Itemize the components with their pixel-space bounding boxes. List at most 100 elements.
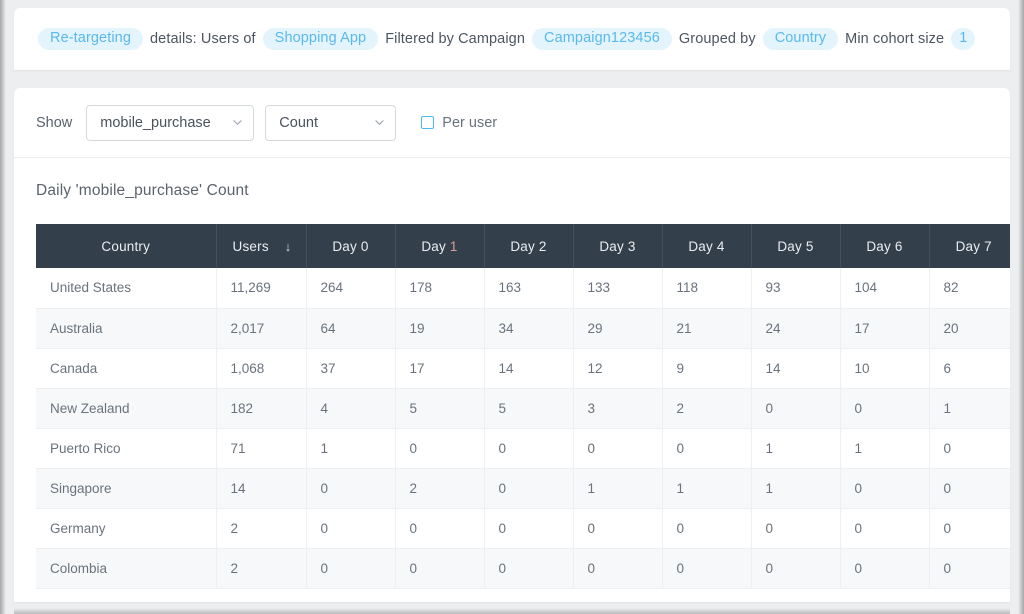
cell-users: 1,068 (216, 348, 307, 389)
cohort-table: Country Users ↓ Day 0 Day 1 Day 2 Day 3 Day 4 Da… (36, 224, 1010, 589)
column-header-label: Day 6 (866, 238, 903, 254)
cell-day-0: 37 (306, 348, 396, 389)
column-header-label: Day 1 (421, 238, 458, 254)
cell-day-2: 0 (484, 468, 574, 509)
column-header-day-0[interactable]: Day 0 (306, 224, 396, 268)
main-card: Show mobile_purchase Count Per user Dail… (14, 88, 1010, 602)
cell-day-4: 21 (662, 308, 752, 349)
cell-day-2: 5 (484, 388, 574, 429)
per-user-label: Per user (442, 114, 498, 131)
cell-users: 2,017 (216, 308, 307, 349)
cell-day-7: 0 (929, 468, 1010, 509)
column-header-day-3[interactable]: Day 3 (573, 224, 663, 268)
cell-day-3: 12 (573, 348, 663, 389)
summary-breadcrumb: Re-targeting details: Users of Shopping … (38, 28, 976, 50)
cell-day-2: 34 (484, 308, 574, 349)
cell-day-1: 0 (395, 428, 485, 469)
cell-day-3: 0 (573, 548, 663, 589)
cell-day-1: 19 (395, 308, 485, 349)
column-header-label: Day 4 (688, 238, 725, 254)
column-header-day-5[interactable]: Day 5 (751, 224, 841, 268)
cell-day-1: 5 (395, 388, 485, 429)
cell-day-6: 0 (840, 548, 930, 589)
cell-users: 182 (216, 388, 307, 429)
cohort-analysis-page: Re-targeting details: Users of Shopping … (0, 0, 1024, 614)
section-title: Daily 'mobile_purchase' Count (36, 182, 249, 199)
cell-day-4: 9 (662, 348, 752, 389)
arrow-down-icon[interactable]: ↓ (285, 240, 292, 253)
column-header-day-1[interactable]: Day 1 (395, 224, 485, 268)
column-header-country[interactable]: Country (36, 224, 217, 268)
cell-day-4: 0 (662, 548, 752, 589)
cell-day-1: 17 (395, 348, 485, 389)
cell-country: Canada (36, 348, 217, 389)
cell-day-2: 0 (484, 508, 574, 549)
cell-day-4: 118 (662, 268, 752, 309)
table-row[interactable]: New Zealand 182 4 5 5 3 2 0 0 1 (36, 388, 1010, 429)
page-left-shadow (0, 0, 6, 614)
aggregation-select-value: Count (279, 114, 318, 131)
cell-day-5: 93 (751, 268, 841, 309)
cell-day-2: 163 (484, 268, 574, 309)
summary-min-cohort-text: Min cohort size (845, 31, 945, 47)
cell-day-6: 104 (840, 268, 930, 309)
cell-country: Puerto Rico (36, 428, 217, 469)
cohort-table-wrap: Country Users ↓ Day 0 Day 1 Day 2 Day 3 Day 4 Da… (14, 200, 1010, 589)
cell-day-0: 0 (306, 508, 396, 549)
metric-select[interactable]: mobile_purchase (86, 104, 255, 141)
cell-day-4: 1 (662, 468, 752, 509)
per-user-checkbox[interactable] (421, 116, 435, 129)
column-header-label: Day 3 (599, 238, 636, 254)
column-header-day-2[interactable]: Day 2 (484, 224, 574, 268)
column-header-label: Day 2 (510, 238, 547, 254)
cell-day-0: 4 (306, 388, 396, 429)
campaign-pill[interactable]: Campaign123456 (532, 28, 672, 50)
cell-day-1: 0 (395, 508, 485, 549)
cell-day-0: 0 (306, 468, 396, 509)
cell-country: Singapore (36, 468, 217, 509)
chevron-down-icon (233, 118, 242, 127)
cell-day-0: 264 (306, 268, 396, 309)
cohort-table-body: United States 11,269 264 178 163 133 118 93 104 8… (36, 268, 1010, 589)
aggregation-select[interactable]: Count (265, 104, 397, 141)
per-user-checkbox-wrap[interactable]: Per user (421, 115, 497, 131)
cell-day-2: 0 (484, 548, 574, 589)
cell-day-7: 0 (929, 508, 1010, 549)
table-row[interactable]: Australia 2,017 64 19 34 29 21 24 17 20 (36, 308, 1010, 349)
cell-day-5: 1 (751, 428, 841, 469)
cell-day-6: 0 (840, 388, 930, 429)
table-row[interactable]: Singapore 14 0 2 0 1 1 1 0 0 (36, 468, 1010, 509)
table-row[interactable]: Canada 1,068 37 17 14 12 9 14 10 6 (36, 348, 1010, 389)
cell-day-3: 29 (573, 308, 663, 349)
summary-grouped-text: Grouped by (678, 31, 756, 47)
controls-row: Show mobile_purchase Count Per user (14, 88, 1010, 158)
cell-day-6: 10 (840, 348, 930, 389)
cell-day-0: 1 (306, 428, 396, 469)
table-row[interactable]: United States 11,269 264 178 163 133 118 93 104 8… (36, 268, 1010, 309)
column-header-day-4[interactable]: Day 4 (662, 224, 752, 268)
app-pill[interactable]: Shopping App (262, 28, 379, 50)
table-row[interactable]: Puerto Rico 71 1 0 0 0 0 1 1 0 (36, 428, 1010, 469)
cell-day-6: 0 (840, 468, 930, 509)
column-header-users[interactable]: Users ↓ (216, 224, 307, 268)
cell-users: 2 (216, 548, 307, 589)
group-by-pill[interactable]: Country (762, 28, 839, 50)
column-header-day-6[interactable]: Day 6 (840, 224, 930, 268)
table-row[interactable]: Germany 2 0 0 0 0 0 0 0 0 (36, 508, 1010, 549)
cell-day-7: 1 (929, 388, 1010, 429)
cell-day-5: 14 (751, 348, 841, 389)
cohort-table-head: Country Users ↓ Day 0 Day 1 Day 2 Day 3 Day 4 Da… (36, 224, 1010, 268)
column-header-day-7[interactable]: Day 7 (929, 224, 1010, 268)
table-row[interactable]: Colombia 2 0 0 0 0 0 0 0 0 (36, 548, 1010, 589)
cell-country: Australia (36, 308, 217, 349)
cell-day-5: 0 (751, 508, 841, 549)
min-cohort-size-pill[interactable]: 1 (951, 28, 976, 50)
cell-country: United States (36, 268, 217, 309)
cell-day-1: 0 (395, 548, 485, 589)
cell-day-7: 6 (929, 348, 1010, 389)
cell-day-7: 0 (929, 548, 1010, 589)
cell-day-6: 0 (840, 508, 930, 549)
cell-day-3: 1 (573, 468, 663, 509)
cell-country: Germany (36, 508, 217, 549)
audience-pill[interactable]: Re-targeting (38, 28, 143, 50)
